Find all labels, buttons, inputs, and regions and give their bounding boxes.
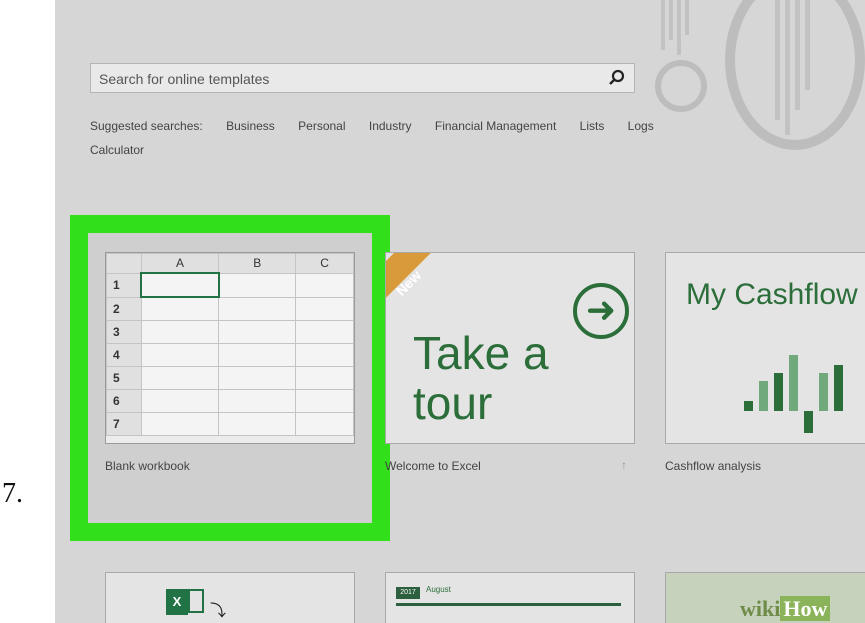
cell	[218, 320, 297, 344]
bar-icon	[744, 401, 753, 411]
search-icon[interactable]	[608, 69, 626, 87]
tour-title-line1: Take a	[413, 327, 549, 379]
decorative-bar	[775, 0, 780, 120]
decorative-bar	[685, 0, 689, 35]
blank-workbook-label[interactable]: Blank workbook	[105, 459, 190, 473]
decorative-bar	[795, 0, 800, 110]
cell	[295, 296, 354, 321]
template-tile[interactable]: X ⤵	[105, 572, 355, 623]
selected-cell	[140, 272, 220, 298]
suggested-link-lists[interactable]: Lists	[580, 119, 605, 133]
watermark-logo: wiki How	[740, 596, 831, 622]
suggested-link-logs[interactable]: Logs	[628, 119, 654, 133]
cashflow-analysis-tile[interactable]: My Cashflow	[665, 252, 865, 444]
cashflow-title: My Cashflow	[686, 278, 858, 311]
corner-cell	[106, 253, 142, 274]
cell	[295, 389, 354, 413]
cell	[295, 366, 354, 390]
pin-icon[interactable]: ↑	[621, 458, 627, 472]
document-icon	[188, 589, 204, 613]
row-header: 2	[106, 296, 142, 321]
suggested-link-personal[interactable]: Personal	[298, 119, 345, 133]
decorative-circle	[655, 60, 707, 112]
cell	[295, 343, 354, 367]
bar-icon	[774, 373, 783, 411]
tour-title-line2: tour	[413, 377, 493, 429]
suggested-searches: Suggested searches: Business Personal In…	[90, 114, 710, 162]
cell	[140, 296, 220, 321]
calendar-year: 2017	[396, 587, 420, 599]
row-header: 6	[106, 389, 142, 413]
search-placeholder: Search for online templates	[99, 71, 270, 87]
calendar-month: August	[426, 585, 451, 594]
cell	[140, 320, 220, 344]
blank-workbook-tile[interactable]: A B C 1 2 3 4 5 6 7	[105, 252, 355, 444]
cell	[140, 412, 220, 436]
decorative-bar	[661, 0, 665, 50]
cell	[295, 272, 354, 298]
cell	[140, 389, 220, 413]
cell	[295, 320, 354, 344]
bar-icon	[819, 373, 828, 411]
row-header: 5	[106, 366, 142, 390]
arrow-right-icon: ➜	[573, 283, 629, 339]
column-header: A	[140, 253, 220, 274]
suggested-link-calculator[interactable]: Calculator	[90, 143, 144, 157]
calendar-header-bar	[396, 603, 621, 606]
decorative-bar	[805, 0, 810, 90]
welcome-to-excel-tile[interactable]: New ➜ Take a tour	[385, 252, 635, 444]
bar-icon	[834, 365, 843, 411]
watermark-how: How	[780, 596, 831, 621]
cell	[218, 366, 297, 390]
cell	[295, 412, 354, 436]
column-header: C	[295, 253, 354, 274]
calendar-template-tile[interactable]: 2017 August	[385, 572, 635, 623]
suggested-link-financial-management[interactable]: Financial Management	[435, 119, 556, 133]
row-header: 7	[106, 412, 142, 436]
column-header: B	[218, 253, 297, 274]
row-header: 4	[106, 343, 142, 367]
cashflow-analysis-label[interactable]: Cashflow analysis	[665, 459, 761, 473]
cell	[218, 343, 297, 367]
cell	[140, 343, 220, 367]
suggested-searches-label: Suggested searches:	[90, 119, 203, 133]
arrow-icon: ⤵	[210, 603, 227, 620]
bar-icon	[789, 355, 798, 411]
step-number: 7.	[2, 478, 23, 509]
row-header: 3	[106, 320, 142, 344]
decorative-bar	[669, 0, 673, 40]
excel-logo-icon: X	[166, 589, 188, 615]
decorative-bar	[677, 0, 681, 55]
suggested-link-business[interactable]: Business	[226, 119, 275, 133]
cell	[218, 272, 297, 298]
decorative-bar	[785, 0, 790, 135]
bar-icon	[759, 381, 768, 411]
row-header: 1	[106, 272, 142, 298]
cell	[218, 412, 297, 436]
tour-title: Take a tour	[413, 328, 549, 428]
watermark-wiki: wiki	[740, 596, 781, 621]
excel-start-screen: Search for online templates Suggested se…	[55, 0, 865, 623]
bar-icon	[804, 411, 813, 433]
welcome-to-excel-label[interactable]: Welcome to Excel	[385, 459, 481, 473]
cell	[140, 366, 220, 390]
cell	[218, 389, 297, 413]
suggested-link-industry[interactable]: Industry	[369, 119, 412, 133]
spreadsheet-preview: A B C 1 2 3 4 5 6 7	[106, 253, 354, 436]
search-input[interactable]: Search for online templates	[90, 63, 635, 93]
cell	[218, 296, 297, 321]
